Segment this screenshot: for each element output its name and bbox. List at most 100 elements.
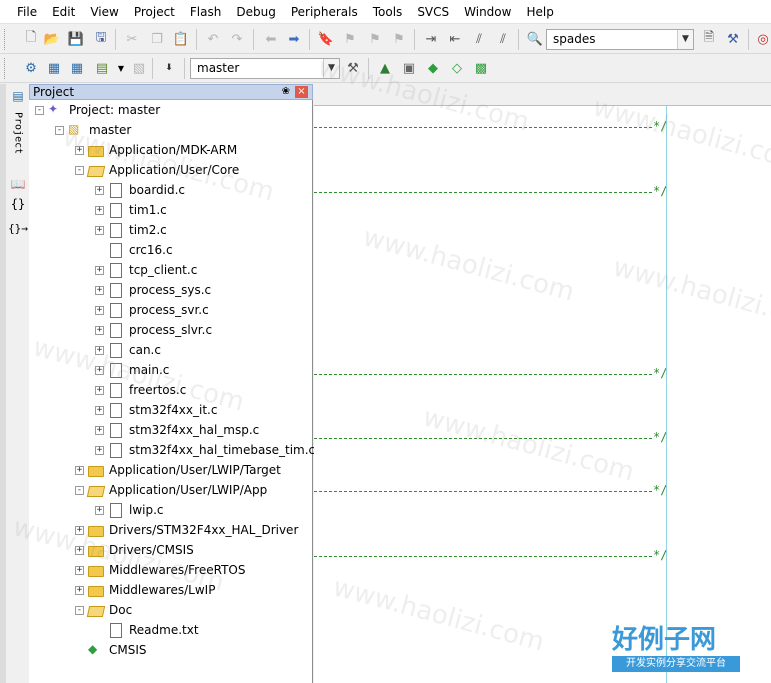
- collapse-icon[interactable]: -: [55, 125, 64, 135]
- menu-file[interactable]: File: [10, 0, 45, 24]
- download-icon[interactable]: ⬇: [160, 59, 178, 77]
- save-all-icon[interactable]: 🖫: [92, 30, 110, 48]
- navigate-back-icon[interactable]: ⬅: [262, 30, 280, 48]
- tree-item[interactable]: - Doc: [75, 600, 132, 620]
- templates-icon[interactable]: {}→: [8, 220, 28, 236]
- navigate-forward-icon[interactable]: ➡: [285, 30, 303, 48]
- indent-icon[interactable]: ⇥: [422, 30, 440, 48]
- collapse-icon[interactable]: -: [35, 105, 44, 115]
- expand-icon[interactable]: +: [95, 385, 104, 395]
- tree-item[interactable]: Readme.txt: [95, 620, 199, 640]
- bookmark-icon[interactable]: 🔖: [317, 30, 335, 48]
- debug-session-icon[interactable]: ◎: [754, 30, 771, 48]
- expand-icon[interactable]: +: [95, 185, 104, 195]
- watermark-logo-subtitle: 开发实例分享交流平台: [612, 656, 740, 672]
- expand-icon[interactable]: +: [95, 405, 104, 415]
- open-folder-icon[interactable]: 📂: [43, 30, 61, 48]
- functions-icon[interactable]: {}: [8, 196, 28, 212]
- menu-edit[interactable]: Edit: [45, 0, 83, 24]
- file-icon: [110, 282, 122, 298]
- expand-icon[interactable]: +: [75, 465, 84, 475]
- expand-icon[interactable]: +: [95, 265, 104, 275]
- expand-icon[interactable]: +: [95, 225, 104, 235]
- expand-icon[interactable]: +: [95, 305, 104, 315]
- menu-tools[interactable]: Tools: [366, 0, 411, 24]
- tree-item[interactable]: crc16.c: [95, 240, 173, 260]
- new-file-icon[interactable]: 🗋: [22, 30, 40, 48]
- expand-icon[interactable]: +: [95, 445, 104, 455]
- pin-icon[interactable]: ❀: [282, 85, 290, 99]
- tree-item[interactable]: + stm32f4xx_hal_msp.c: [95, 420, 259, 440]
- menu-peripherals[interactable]: Peripherals: [284, 0, 366, 24]
- collapse-icon[interactable]: -: [75, 165, 84, 175]
- prev-bookmark-icon[interactable]: ⚑: [341, 30, 359, 48]
- menu-flash[interactable]: Flash: [183, 0, 229, 24]
- translate-icon[interactable]: ⚙: [22, 59, 40, 77]
- unindent-icon[interactable]: ⇤: [446, 30, 464, 48]
- books-icon[interactable]: 📖: [8, 176, 28, 192]
- tree-item-label: Application/User/LWIP/App: [109, 483, 268, 497]
- menu-debug[interactable]: Debug: [229, 0, 283, 24]
- cut-icon[interactable]: ✂: [123, 30, 141, 48]
- collapse-icon[interactable]: -: [75, 605, 84, 615]
- tree-item[interactable]: + boardid.c: [95, 180, 185, 200]
- chevron-down-icon[interactable]: ▼: [112, 59, 130, 77]
- collapse-icon[interactable]: -: [75, 485, 84, 495]
- tree-item[interactable]: + tcp_client.c: [95, 260, 197, 280]
- expand-icon[interactable]: +: [95, 505, 104, 515]
- toolbar-grip[interactable]: [4, 29, 7, 50]
- find-combo[interactable]: spades ▼: [546, 29, 694, 50]
- side-tab-project[interactable]: Project: [8, 108, 28, 158]
- menu-svcs[interactable]: SVCS: [410, 0, 457, 24]
- toolbar-grip[interactable]: [4, 58, 7, 79]
- stop-build-icon[interactable]: ▧: [130, 59, 148, 77]
- menu-project[interactable]: Project: [127, 0, 183, 24]
- find-in-files-icon[interactable]: 🔍: [526, 30, 544, 48]
- pack-installer-icon[interactable]: ▩: [472, 59, 490, 77]
- select-software-packs-icon[interactable]: ◇: [448, 59, 466, 77]
- copy-icon[interactable]: ❐: [148, 30, 166, 48]
- paste-icon[interactable]: 📋: [172, 30, 190, 48]
- tree-item[interactable]: ◆ CMSIS: [75, 640, 147, 660]
- tree-item[interactable]: + Application/User/LWIP/Target: [75, 460, 281, 480]
- expand-icon[interactable]: +: [95, 325, 104, 335]
- clear-bookmarks-icon[interactable]: ⚑: [390, 30, 408, 48]
- menu-window[interactable]: Window: [457, 0, 519, 24]
- tree-item[interactable]: + tim1.c: [95, 200, 167, 220]
- tree-item[interactable]: + process_slvr.c: [95, 320, 212, 340]
- project-panel-titlebar: Project ❀ ×: [29, 84, 313, 100]
- find-icon[interactable]: 🗎: [700, 30, 718, 48]
- file-icon: [110, 422, 122, 438]
- expand-icon[interactable]: +: [95, 285, 104, 295]
- next-bookmark-icon[interactable]: ⚑: [366, 30, 384, 48]
- tree-item[interactable]: + process_sys.c: [95, 280, 211, 300]
- tree-item[interactable]: + stm32f4xx_hal_timebase_tim.c: [95, 440, 315, 460]
- expand-icon[interactable]: +: [95, 425, 104, 435]
- tree-item[interactable]: + tim2.c: [95, 220, 167, 240]
- expand-icon[interactable]: +: [95, 205, 104, 215]
- batch-build-icon[interactable]: ▤: [93, 59, 111, 77]
- expand-icon[interactable]: +: [75, 585, 84, 595]
- project-window-icon[interactable]: ▤: [8, 88, 28, 104]
- incremental-find-icon[interactable]: ⚒: [724, 30, 742, 48]
- tree-item[interactable]: + lwip.c: [95, 500, 164, 520]
- tree-item[interactable]: - Application/User/LWIP/App: [75, 480, 267, 500]
- file-icon: [110, 622, 122, 638]
- tree-item[interactable]: + process_svr.c: [95, 300, 209, 320]
- menu-view[interactable]: View: [83, 0, 126, 24]
- undo-icon[interactable]: ↶: [204, 30, 222, 48]
- chevron-down-icon[interactable]: ▼: [677, 30, 693, 49]
- file-icon: [110, 442, 122, 458]
- uncomment-icon[interactable]: ⫽: [494, 30, 512, 48]
- build-icon[interactable]: ▦: [45, 59, 63, 77]
- manage-components-icon[interactable]: ◆: [424, 59, 442, 77]
- close-icon[interactable]: ×: [295, 86, 308, 98]
- comment-icon[interactable]: ⫽: [470, 30, 488, 48]
- tree-item[interactable]: - ✦ Project: master: [35, 100, 160, 120]
- menu-help[interactable]: Help: [519, 0, 561, 24]
- save-icon[interactable]: 💾: [67, 30, 85, 48]
- rebuild-icon[interactable]: ▦: [68, 59, 86, 77]
- expand-icon[interactable]: +: [75, 565, 84, 575]
- comment-separator-line: [314, 491, 652, 492]
- redo-icon[interactable]: ↷: [228, 30, 246, 48]
